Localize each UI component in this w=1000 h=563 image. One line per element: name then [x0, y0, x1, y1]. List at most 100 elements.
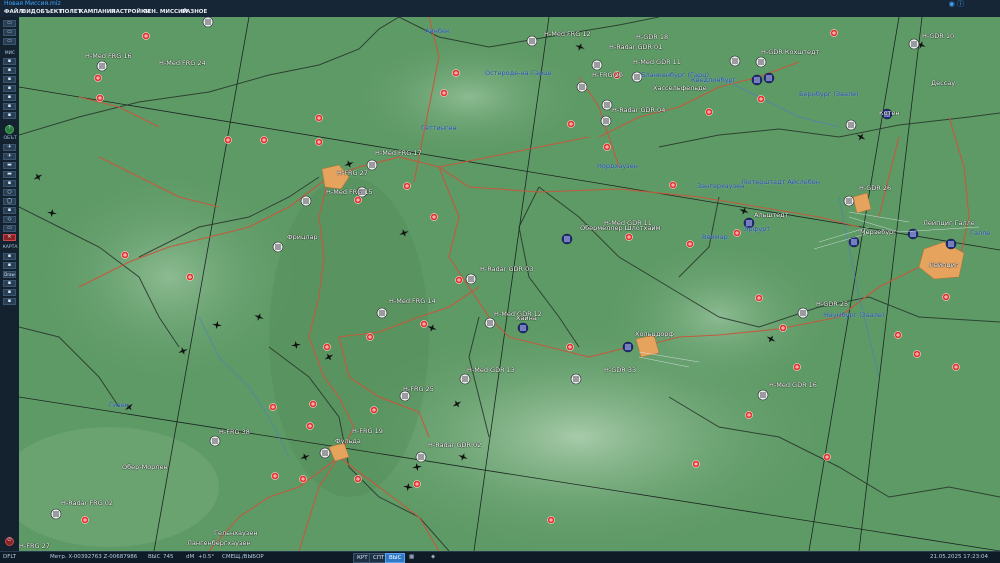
- spawn-marker[interactable]: [745, 411, 753, 419]
- spawn-marker[interactable]: [455, 276, 463, 284]
- unit-label[interactable]: Н-FRG 19: [352, 427, 383, 435]
- unit-label[interactable]: Н-Med FRG 16: [85, 52, 132, 60]
- spawn-marker[interactable]: [567, 120, 575, 128]
- friendly-unit-icon[interactable]: [366, 159, 378, 171]
- spawn-marker[interactable]: [430, 213, 438, 221]
- friendly-unit-icon[interactable]: [319, 447, 331, 459]
- unit-label[interactable]: Н-Radar GDR 01: [609, 43, 662, 51]
- unit-label[interactable]: Н-Radar FRG 02: [61, 499, 113, 507]
- friendly-unit-icon[interactable]: [465, 273, 477, 285]
- spawn-marker[interactable]: [315, 138, 323, 146]
- spawn-marker[interactable]: [354, 475, 362, 483]
- spawn-marker[interactable]: [260, 136, 268, 144]
- friendly-unit-icon[interactable]: [845, 119, 857, 131]
- friendly-unit-icon[interactable]: [459, 373, 471, 385]
- friendly-unit-icon[interactable]: [729, 55, 741, 67]
- spawn-marker[interactable]: [299, 475, 307, 483]
- spawn-marker[interactable]: [625, 233, 633, 241]
- spawn-marker[interactable]: [733, 229, 741, 237]
- enemy-unit-icon[interactable]: [907, 228, 919, 240]
- unit-label[interactable]: Н-GDR 25: [816, 300, 848, 308]
- unit-label[interactable]: Н-Radar GDR 02: [428, 441, 481, 449]
- map-layer-5-button[interactable]: ▪: [3, 298, 16, 305]
- friendly-unit-icon[interactable]: [376, 307, 388, 319]
- map-layer-1-button[interactable]: ▪: [3, 253, 16, 260]
- draw-button[interactable]: Draw: [3, 271, 16, 278]
- spawn-marker[interactable]: [757, 95, 765, 103]
- unit-label[interactable]: Н-Med FRG 17: [375, 149, 422, 157]
- static-tool-button[interactable]: ▪: [3, 180, 16, 187]
- map-view[interactable]: Н-Med FRG 16 Н-Med FRG 24 Н-Med FRG 12 Н…: [19, 17, 1000, 551]
- spawn-marker[interactable]: [186, 273, 194, 281]
- spawn-marker[interactable]: [566, 343, 574, 351]
- enemy-unit-icon[interactable]: [517, 322, 529, 334]
- spawn-marker[interactable]: [81, 516, 89, 524]
- unit-label[interactable]: Н-GDR 26: [859, 184, 891, 192]
- unit-label[interactable]: Н-Med FRG 24: [159, 59, 206, 67]
- unit-label[interactable]: Н-Radar GDR 04: [612, 106, 665, 114]
- spawn-marker[interactable]: [96, 94, 104, 102]
- help-button[interactable]: ?: [5, 125, 14, 134]
- friendly-unit-icon[interactable]: [209, 435, 221, 447]
- spawn-marker[interactable]: [366, 333, 374, 341]
- mission-tool-5-button[interactable]: ▪: [3, 94, 16, 101]
- unit-label[interactable]: Н-Med FRG 12: [544, 30, 591, 38]
- unit-label[interactable]: Н-Radar GDR 03: [480, 265, 533, 273]
- mission-tool-6-button[interactable]: ▪: [3, 103, 16, 110]
- unit-label[interactable]: Н-Med GDR 13: [467, 366, 515, 374]
- map-layer-3-button[interactable]: ▪: [3, 280, 16, 287]
- friendly-unit-icon[interactable]: [202, 17, 214, 28]
- unit-label[interactable]: Хольцдорф: [635, 330, 674, 338]
- spawn-marker[interactable]: [823, 453, 831, 461]
- unit-label[interactable]: Лейпциг Галле: [923, 219, 975, 227]
- vehicle-tool-button[interactable]: ▬: [3, 171, 16, 178]
- unit-label[interactable]: Котен: [879, 109, 900, 117]
- spawn-marker[interactable]: [271, 472, 279, 480]
- friendly-unit-icon[interactable]: [755, 56, 767, 68]
- spawn-marker[interactable]: [692, 460, 700, 468]
- unit-label[interactable]: Н-FRG 27: [19, 542, 50, 550]
- spawn-marker[interactable]: [952, 363, 960, 371]
- ship-tool-button[interactable]: ▬: [3, 162, 16, 169]
- nav-point-tool-button[interactable]: ◇: [3, 216, 16, 223]
- unit-label[interactable]: Альштедт: [754, 211, 788, 219]
- settings-icon[interactable]: ◈: [431, 554, 435, 560]
- spawn-marker[interactable]: [686, 240, 694, 248]
- unit-label[interactable]: Фульда: [335, 437, 361, 445]
- spawn-marker[interactable]: [894, 331, 902, 339]
- unit-label[interactable]: Н-FRG 20: [592, 71, 623, 79]
- spawn-marker[interactable]: [370, 406, 378, 414]
- friendly-unit-icon[interactable]: [600, 115, 612, 127]
- grid-icon[interactable]: ▦: [409, 554, 414, 560]
- spawn-marker[interactable]: [705, 108, 713, 116]
- spawn-marker[interactable]: [121, 251, 129, 259]
- unit-label[interactable]: Н-Med GDR 11: [633, 58, 681, 66]
- open-folder-button[interactable]: ▭: [3, 20, 16, 27]
- spawn-marker[interactable]: [913, 350, 921, 358]
- delete-tool-button[interactable]: ✕: [3, 234, 16, 241]
- enemy-unit-icon[interactable]: [622, 341, 634, 353]
- spawn-marker[interactable]: [94, 74, 102, 82]
- spawn-marker[interactable]: [669, 181, 677, 189]
- unit-label[interactable]: Хайна: [516, 314, 537, 322]
- trigger-tool-button[interactable]: ▪: [3, 207, 16, 214]
- unit-label[interactable]: Н-FRG 25: [403, 385, 434, 393]
- spawn-marker[interactable]: [306, 422, 314, 430]
- friendly-unit-icon[interactable]: [843, 195, 855, 207]
- spawn-marker[interactable]: [413, 480, 421, 488]
- unit-label[interactable]: Н-FRG 27: [337, 169, 368, 177]
- spawn-marker[interactable]: [354, 196, 362, 204]
- unit-label[interactable]: Н-GDR 18: [636, 33, 668, 41]
- menu-mission-gen[interactable]: ГЕН. МИССИЙ: [144, 9, 187, 15]
- friendly-unit-icon[interactable]: [526, 35, 538, 47]
- save-button[interactable]: ▭: [3, 29, 16, 36]
- unit-label[interactable]: Мерзебург: [860, 228, 897, 236]
- friendly-unit-icon[interactable]: [591, 59, 603, 71]
- friendly-unit-icon[interactable]: [570, 373, 582, 385]
- spawn-marker[interactable]: [440, 89, 448, 97]
- target-tool-button[interactable]: ○: [3, 189, 16, 196]
- mission-tool-2-button[interactable]: ▪: [3, 67, 16, 74]
- briefing-tool-button[interactable]: ▭: [3, 225, 16, 232]
- spawn-marker[interactable]: [830, 29, 838, 37]
- spawn-marker[interactable]: [224, 136, 232, 144]
